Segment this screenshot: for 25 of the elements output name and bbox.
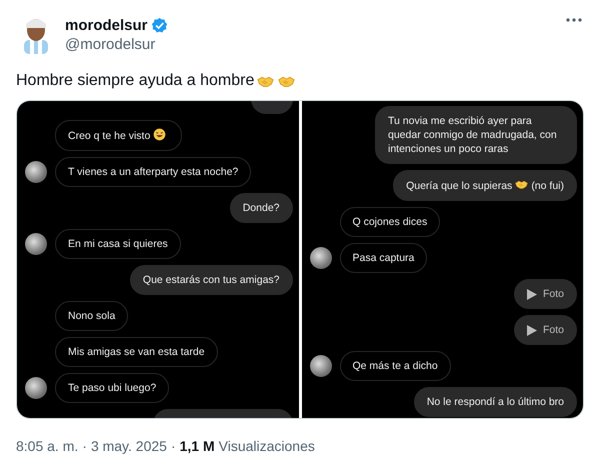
- message-bubble: Qe más te a dicho: [340, 351, 451, 381]
- tweet-time[interactable]: 8:05 a. m.: [16, 438, 78, 454]
- message-bubble: Mis amigas se van esta tarde: [55, 337, 218, 367]
- message-bubble: Donde?: [230, 193, 292, 223]
- message-bubble: Quería que lo supieras (no fui): [393, 170, 577, 201]
- message-bubble: Pasa captura: [340, 243, 428, 273]
- tweet-date[interactable]: 3 may. 2025: [90, 438, 167, 454]
- photo-message[interactable]: Foto: [514, 315, 577, 345]
- message-bubble: No le respondí a lo último bro: [414, 387, 577, 417]
- message-bubble: Creo q te he visto: [55, 120, 182, 151]
- separator: ·: [170, 438, 176, 454]
- photo-message[interactable]: Foto: [514, 279, 577, 309]
- author-name[interactable]: morodelsur: [65, 17, 148, 34]
- message-bubble: Que estarás con tus amigas?: [130, 265, 292, 295]
- message-bubble: T vienes a un afterparty esta noche?: [55, 157, 252, 187]
- tweet-text: Hombre siempre ayuda a hombre: [16, 72, 254, 90]
- message-bubble: Tu novia me escribió ayer para quedar conmigo de madrugada, con intenciones un poco raras: [375, 106, 577, 164]
- message-bubble: Nono sola: [55, 301, 128, 331]
- views-count: 1,1 M: [180, 438, 215, 454]
- message-bubble: Q cojones dices: [340, 207, 440, 237]
- author-handle[interactable]: @morodelsur: [65, 36, 557, 53]
- message-bubble: En mi casa si quieres: [55, 229, 181, 259]
- message-bubble: Te paso ubi luego?: [55, 373, 170, 403]
- views-label: Visualizaciones: [218, 438, 315, 454]
- separator: ·: [82, 438, 87, 454]
